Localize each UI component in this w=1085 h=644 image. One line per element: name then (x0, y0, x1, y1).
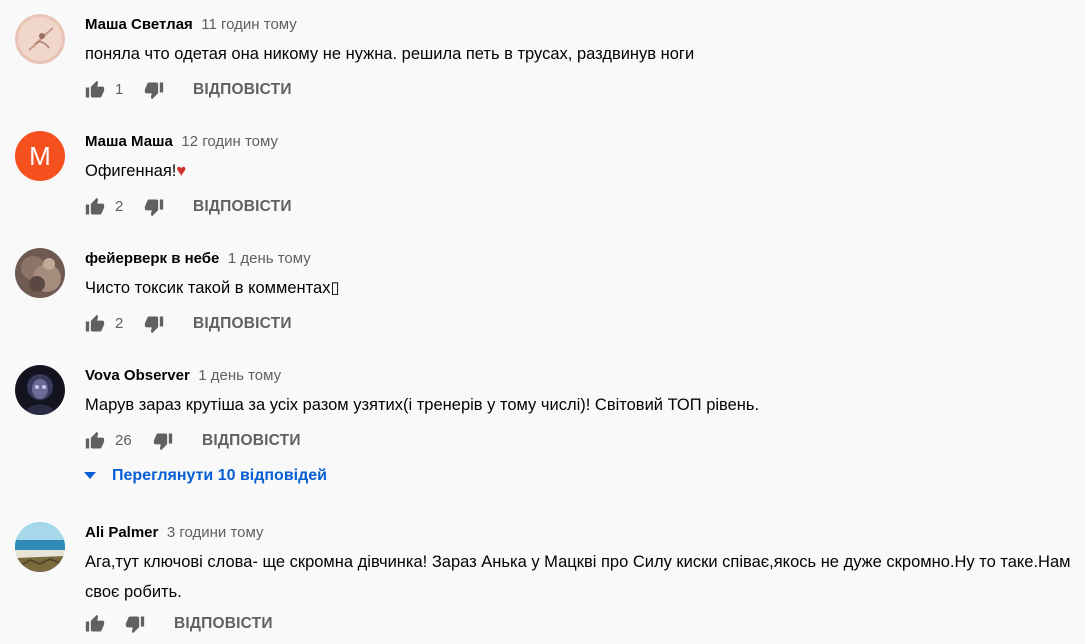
avatar[interactable] (15, 14, 65, 64)
thumb-down-icon[interactable] (144, 80, 164, 100)
comment-time[interactable]: 11 годин тому (201, 16, 297, 33)
thumb-down-icon[interactable] (144, 197, 164, 217)
avatar[interactable] (15, 248, 65, 298)
thumb-up-icon[interactable] (85, 431, 105, 451)
comment-header: фейерверк в небе 1 день тому (85, 248, 311, 270)
like-count: 1 (115, 81, 124, 98)
author-name[interactable]: Маша Светлая (85, 16, 193, 33)
author-name[interactable]: Маша Маша (85, 133, 173, 150)
reply-button[interactable]: ВІДПОВІСТИ (174, 612, 273, 636)
thumb-up-icon[interactable] (85, 197, 105, 217)
heart-icon: ♥ (176, 162, 187, 180)
comment-time[interactable]: 1 день тому (228, 250, 311, 267)
avatar[interactable] (15, 522, 65, 572)
thumb-down-icon[interactable] (125, 614, 145, 634)
avatar-letter: M (29, 140, 51, 171)
comment-time[interactable]: 1 день тому (198, 367, 281, 384)
thumb-up-icon[interactable] (85, 314, 105, 334)
reply-button[interactable]: ВІДПОВІСТИ (193, 78, 292, 102)
thumb-down-icon[interactable] (153, 431, 173, 451)
thumb-up-icon[interactable] (85, 80, 105, 100)
thumb-up-icon[interactable] (85, 614, 105, 634)
comment-text: Ага,тут ключові слова- ще скромна дівчин… (85, 553, 1071, 601)
like-count: 2 (115, 315, 124, 332)
comment-time[interactable]: 3 години тому (167, 524, 264, 541)
comment-text: Офигенная!♥ (85, 156, 1080, 186)
author-name[interactable]: Ali Palmer (85, 524, 158, 541)
comment-header: Маша Маша 12 годин тому (85, 131, 278, 153)
author-name[interactable]: Vova Observer (85, 367, 190, 384)
comment-text: Марув зараз крутіша за усіх разом узятих… (85, 396, 760, 414)
comment-text-body: Офигенная! (85, 162, 177, 180)
comment-header: Ali Palmer 3 години тому (85, 522, 263, 544)
comment-header: Маша Светлая 11 годин тому (85, 14, 297, 36)
comment-text: поняла что одетая она никому не нужна. р… (85, 45, 695, 63)
reply-button[interactable]: ВІДПОВІСТИ (202, 429, 301, 453)
like-count: 26 (115, 432, 132, 449)
comment-time[interactable]: 12 годин тому (181, 133, 278, 150)
view-replies-label: Переглянути 10 відповідей (112, 467, 327, 484)
reply-button[interactable]: ВІДПОВІСТИ (193, 195, 292, 219)
reply-button[interactable]: ВІДПОВІСТИ (193, 312, 292, 336)
author-name[interactable]: фейерверк в небе (85, 250, 219, 267)
thumb-down-icon[interactable] (144, 314, 164, 334)
like-count: 2 (115, 198, 124, 215)
avatar[interactable] (15, 365, 65, 415)
avatar[interactable]: M (15, 131, 65, 181)
comment-text: Чисто токсик такой в комментах▯ (85, 279, 340, 297)
caret-down-icon (84, 472, 96, 479)
comment-header: Vova Observer 1 день тому (85, 365, 281, 387)
